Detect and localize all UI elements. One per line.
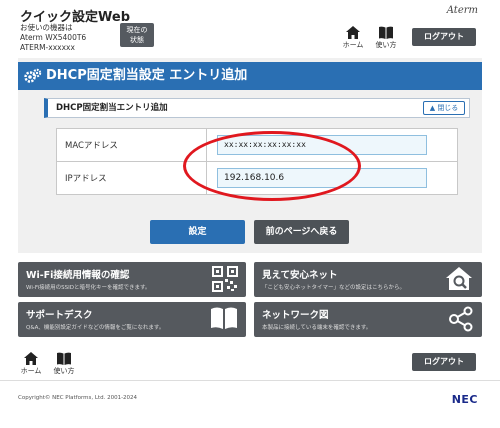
- footer-home-nav[interactable]: ホーム: [20, 352, 42, 376]
- book-icon: [379, 26, 393, 39]
- logout-button[interactable]: ログアウト: [412, 28, 476, 46]
- home-icon: [346, 26, 360, 39]
- header: クイック設定Web お使いの機器は Aterm WX5400T6 ATERM-x…: [0, 0, 500, 60]
- device-id: ATERM-xxxxxx: [20, 43, 75, 52]
- tile-wifi-info[interactable]: Wi-Fi接続用情報の確認 Wi-Fi接続用のSSIDと暗号化キーを確認できます…: [18, 262, 246, 297]
- footer-divider: [0, 380, 500, 381]
- footer-help-nav[interactable]: 使い方: [53, 352, 75, 376]
- help-nav[interactable]: 使い方: [375, 26, 397, 50]
- aterm-logo: Aterm: [446, 5, 478, 16]
- chevron-up-icon: ▲: [429, 104, 436, 112]
- tile-support-desk[interactable]: サポートデスク Q&A、機能別設定ガイドなどの情報をご覧になれます。: [18, 302, 246, 337]
- red-highlight-circle: [183, 131, 361, 201]
- gear-icon: [24, 68, 42, 83]
- home-icon: [24, 352, 38, 365]
- submit-button[interactable]: 設定: [150, 220, 245, 244]
- home-nav[interactable]: ホーム: [342, 26, 364, 50]
- current-status-button[interactable]: 現在の 状態: [120, 23, 154, 47]
- copyright: Copyright© NEC Platforms, Ltd. 2001-2024: [18, 395, 138, 401]
- network-icon: [449, 306, 473, 332]
- device-info: お使いの機器は Aterm WX5400T6 ATERM-xxxxxx: [20, 23, 86, 53]
- tile-network-map[interactable]: ネットワーク図 本製品に接続している端末を確認できます。: [254, 302, 482, 337]
- back-button[interactable]: 前のページへ戻る: [254, 220, 349, 244]
- home-search-icon: [446, 267, 472, 290]
- section-header: DHCP固定割当エントリ追加 ▲ 閉じる: [44, 98, 470, 118]
- device-label: お使いの機器は: [20, 23, 73, 32]
- mac-label: MACアドレス: [56, 128, 207, 162]
- close-section-button[interactable]: ▲ 閉じる: [423, 101, 465, 115]
- panel-title: DHCP固定割当設定 エントリ追加: [18, 62, 482, 90]
- qr-code-icon: [212, 266, 238, 292]
- footer-logout-button[interactable]: ログアウト: [412, 353, 476, 371]
- book-icon: [57, 352, 71, 365]
- tile-safe-net[interactable]: 見えて安心ネット 「こども安心ネットタイマー」などの設定はこちらから。: [254, 262, 482, 297]
- book-icon: [211, 307, 237, 329]
- device-model: Aterm WX5400T6: [20, 33, 87, 42]
- nec-logo: NEC: [451, 393, 478, 406]
